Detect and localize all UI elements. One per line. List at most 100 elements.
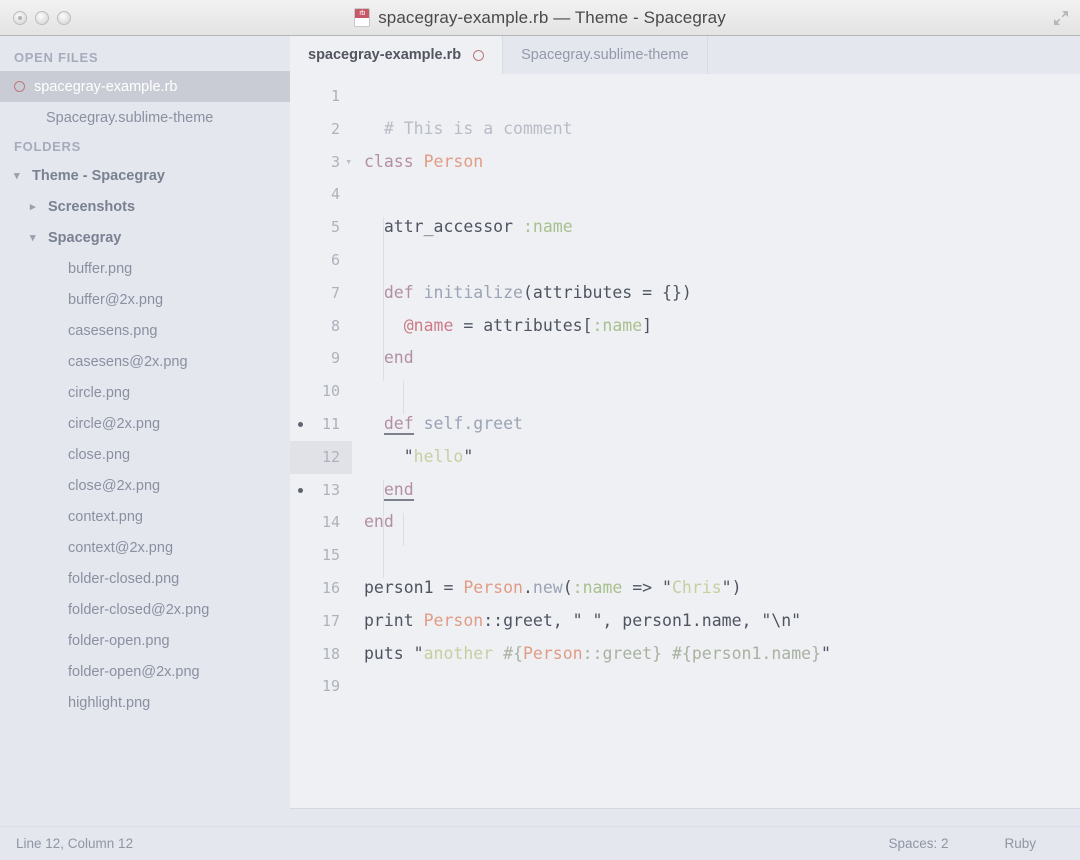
code-line[interactable]: puts "another #{Person::greet} #{person1…	[364, 638, 1080, 671]
code-line[interactable]	[364, 375, 1080, 408]
file-item[interactable]: folder-open@2x.png	[0, 656, 290, 687]
gutter-line[interactable]: 17	[290, 605, 352, 638]
code-area[interactable]: 1 2 3 ▾ 4 5 6 7 8 9 10 11 12 13 14 15 16 17 18 19 # This is…	[290, 74, 1080, 808]
open-file-spacegray-sublime-theme[interactable]: Spacegray.sublime-theme	[0, 102, 290, 133]
code-token: hello	[413, 446, 464, 466]
code-token: #{person1.name}	[672, 643, 822, 663]
line-number: 19	[321, 677, 340, 696]
file-label: folder-closed@2x.png	[68, 601, 210, 618]
code-line[interactable]: def initialize(attributes = {})	[364, 277, 1080, 310]
file-item[interactable]: circle.png	[0, 377, 290, 408]
open-file-spacegray-example[interactable]: spacegray-example.rb	[0, 71, 290, 102]
code-token: end	[383, 348, 414, 368]
file-label: context.png	[68, 508, 143, 525]
gutter-line[interactable]: 2	[290, 113, 352, 146]
gutter-line[interactable]: 14	[290, 506, 352, 539]
code-line[interactable]: # This is a comment	[364, 113, 1080, 146]
line-number: 10	[321, 382, 340, 401]
file-item[interactable]: folder-closed.png	[0, 563, 290, 594]
file-label: folder-closed.png	[68, 570, 180, 587]
open-file-label: spacegray-example.rb	[34, 78, 178, 95]
code-token: .	[522, 577, 533, 597]
file-item[interactable]: buffer@2x.png	[0, 284, 290, 315]
file-item[interactable]: circle@2x.png	[0, 408, 290, 439]
gutter-line[interactable]: 18	[290, 638, 352, 671]
status-bar-full: Line 12, Column 12 Spaces: 2 Ruby	[0, 826, 1080, 860]
folder-spacegray[interactable]: ▾ Spacegray	[0, 222, 290, 253]
code-line[interactable]: "hello"	[364, 441, 1080, 474]
close-window-button[interactable]	[13, 10, 27, 25]
fullscreen-arrows-icon[interactable]	[1052, 9, 1070, 27]
gutter-line[interactable]: 19	[290, 670, 352, 703]
gutter-line[interactable]: 5	[290, 211, 352, 244]
line-number: 14	[321, 513, 340, 532]
gutter-line[interactable]: 13	[290, 474, 352, 507]
file-item[interactable]: close.png	[0, 439, 290, 470]
gutter-line[interactable]: 4	[290, 178, 352, 211]
file-item[interactable]: context@2x.png	[0, 532, 290, 563]
tab-spacegray-sublime-theme[interactable]: Spacegray.sublime-theme	[503, 36, 708, 74]
code-token: Chris	[671, 577, 722, 597]
cursor-position[interactable]: Line 12, Column 12	[16, 836, 860, 851]
minimize-window-button[interactable]	[35, 10, 49, 25]
code-token: #{	[503, 643, 523, 663]
code-line[interactable]: person1 = Person.new(:name => "Chris")	[364, 572, 1080, 605]
folder-theme-spacegray[interactable]: ▾ Theme - Spacegray	[0, 160, 290, 191]
gutter-line[interactable]: 15	[290, 539, 352, 572]
unsaved-dot-icon[interactable]	[473, 49, 485, 61]
line-number: 15	[321, 546, 340, 565]
code-line[interactable]	[364, 178, 1080, 211]
code-token: ::greet, " ", person1.name, "\n"	[483, 610, 802, 630]
fold-arrow-icon[interactable]: ▾	[345, 146, 352, 179]
code-token: print	[364, 610, 424, 630]
indentation-setting[interactable]: Spaces: 2	[860, 836, 976, 851]
gutter-line[interactable]: 1	[290, 80, 352, 113]
file-item[interactable]: casesens@2x.png	[0, 346, 290, 377]
code-line[interactable]: def self.greet	[364, 408, 1080, 441]
gutter-line[interactable]: 3 ▾	[290, 146, 352, 179]
file-item[interactable]: folder-closed@2x.png	[0, 594, 290, 625]
file-item[interactable]: casesens.png	[0, 315, 290, 346]
code-line[interactable]: @name = attributes[:name]	[364, 310, 1080, 343]
gutter-line[interactable]: 9	[290, 342, 352, 375]
code-line[interactable]: class Person	[364, 146, 1080, 179]
code-line[interactable]	[364, 670, 1080, 703]
gutter-line[interactable]: 10	[290, 375, 352, 408]
file-item[interactable]: folder-open.png	[0, 625, 290, 656]
code-line[interactable]	[364, 244, 1080, 277]
code-line[interactable]	[364, 80, 1080, 113]
gutter-line[interactable]: 8	[290, 310, 352, 343]
gutter-line[interactable]: 6	[290, 244, 352, 277]
code-line[interactable]	[364, 539, 1080, 572]
file-label: folder-open.png	[68, 632, 170, 649]
file-item[interactable]: buffer.png	[0, 253, 290, 284]
code-line[interactable]: end	[364, 342, 1080, 375]
code-line[interactable]: end	[364, 474, 1080, 507]
window-title-group: rb spacegray-example.rb — Theme - Spaceg…	[0, 0, 1080, 35]
code-line[interactable]: print Person::greet, " ", person1.name, …	[364, 605, 1080, 638]
code-token: ]	[642, 315, 653, 335]
file-item[interactable]: highlight.png	[0, 687, 290, 718]
tab-bar: spacegray-example.rb Spacegray.sublime-t…	[290, 36, 1080, 74]
tab-spacegray-example-rb[interactable]: spacegray-example.rb	[290, 36, 504, 74]
folder-label: Spacegray	[48, 229, 122, 246]
line-number: 9	[330, 349, 340, 368]
code-token: initialize	[423, 282, 523, 302]
code-line[interactable]: end	[364, 506, 1080, 539]
open-files-header: OPEN FILES	[14, 50, 99, 65]
gutter-line[interactable]: 11	[290, 408, 352, 441]
folder-screenshots[interactable]: ▸ Screenshots	[0, 191, 290, 222]
zoom-window-button[interactable]	[57, 10, 71, 25]
gutter-line[interactable]: 7	[290, 277, 352, 310]
code-line[interactable]: attr_accessor :name	[364, 211, 1080, 244]
code-content[interactable]: # This is a comment class Person attr_acc…	[352, 80, 1080, 808]
gutter-line[interactable]: 16	[290, 572, 352, 605]
gutter-line[interactable]: 12	[290, 440, 352, 474]
syntax-setting[interactable]: Ruby	[976, 836, 1064, 851]
file-item[interactable]: context.png	[0, 501, 290, 532]
file-item[interactable]: close@2x.png	[0, 470, 290, 501]
window-controls	[0, 10, 71, 25]
